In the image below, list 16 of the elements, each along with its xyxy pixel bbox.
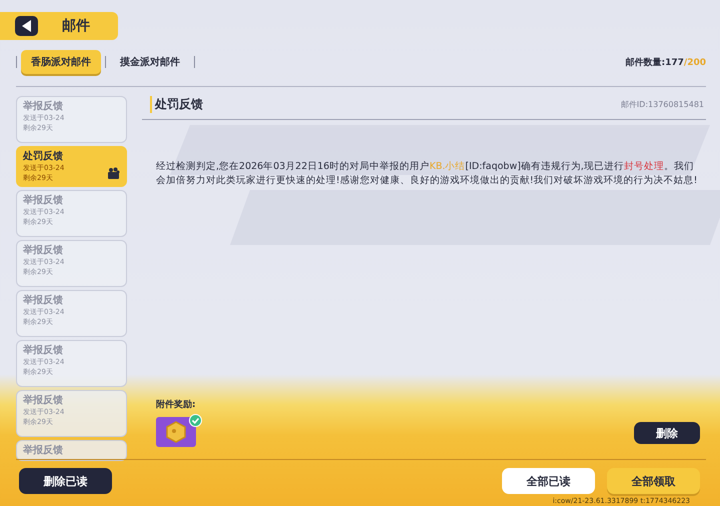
reward-item[interactable] (156, 417, 196, 447)
mail-id: 邮件ID:13760815481 (620, 99, 704, 110)
claim-all-button[interactable]: 全部领取 (607, 468, 700, 494)
back-button[interactable] (15, 16, 38, 36)
back-arrow-icon (22, 20, 32, 32)
mail-body-text: 经过检测判定,您在2026年03月22日16时的对局中举报的用户 KB.小结[ID:faqobw]确有违规行为,现已进行封号处理。我们会加倍努力对此类玩家进行更快速的处理!感谢您对健康、良好的游戏环境做出的贡献!我们对破坏游戏环境的行为决不姑息! (156, 160, 698, 188)
read-all-button[interactable]: 全部已读 (502, 468, 595, 494)
mail-title: 处罚反馈 (150, 96, 203, 113)
delete-read-button[interactable]: 删除已读 (19, 468, 112, 494)
tab[interactable]: 香肠派对邮件 (21, 50, 101, 74)
coin-icon (164, 420, 188, 444)
attachment-label: 附件奖励: (156, 398, 196, 411)
tab[interactable]: 摸金派对邮件 (110, 50, 190, 74)
delete-button[interactable]: 删除 (634, 422, 700, 444)
mail-count: 邮件数量:177/200 (626, 56, 706, 68)
page-title: 邮件 (62, 17, 90, 35)
